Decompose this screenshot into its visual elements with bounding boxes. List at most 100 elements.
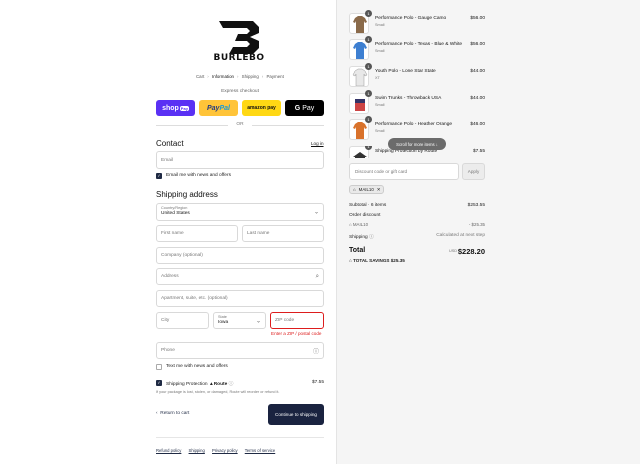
contact-heading: Contact	[156, 139, 184, 148]
scroll-for-more-items-hint[interactable]: Scroll for more items ↓	[388, 138, 446, 150]
line-item: 1 Swim Trunks - Throwback USA Small $44.…	[349, 90, 485, 115]
country-label: Country/Region	[161, 206, 188, 210]
email-news-checkbox[interactable]: ✓	[156, 173, 162, 179]
google-pay-text: Pay	[302, 104, 315, 112]
tag-icon: ⌂	[353, 187, 356, 192]
item-name: Swim Trunks - Throwback USA	[375, 96, 442, 101]
email-field[interactable]: Email	[156, 151, 324, 169]
quantity-badge: 1	[365, 63, 372, 70]
brand-wordmark: BURLEBO	[213, 53, 265, 63]
shipping-policy-link[interactable]: Shipping	[189, 448, 205, 453]
search-icon: ⌕	[315, 273, 319, 279]
zip-field[interactable]: ZIP code	[270, 312, 324, 329]
item-name: Performance Polo - Heather Orange	[375, 122, 453, 127]
google-pay-button[interactable]: G Pay	[285, 100, 324, 116]
continue-to-shipping-button[interactable]: Continue to shipping	[268, 404, 324, 425]
last-name-field[interactable]: Last name	[242, 225, 324, 242]
info-icon[interactable]: ⓘ	[229, 382, 234, 387]
zip-error-message: Enter a ZIP / postal code	[271, 331, 322, 336]
shop-pay-button[interactable]: shop Pay	[156, 100, 195, 116]
shipping-row: Shipping ⓘ Calculated at next step	[349, 233, 485, 240]
state-value: Iowa	[218, 320, 229, 325]
chevron-right-icon: ›	[207, 74, 209, 79]
quantity-badge: 1	[365, 36, 372, 43]
breadcrumb-information: Information	[212, 74, 234, 79]
discount-value: - $25.35	[468, 222, 485, 227]
amazon-pay-button[interactable]: amazon pay	[242, 100, 281, 116]
discount-code-input[interactable]: Discount code or gift card	[349, 163, 459, 180]
shipping-protection-price: $7.55	[312, 380, 325, 385]
terms-of-service-link[interactable]: Terms of service	[245, 448, 275, 453]
paypal-button[interactable]: Pay Pal	[199, 100, 238, 116]
apply-button[interactable]: Apply	[462, 163, 485, 180]
route-brand: Route	[213, 382, 228, 387]
shipping-value: Calculated at next step	[436, 233, 485, 238]
chevron-down-icon: ⌄	[313, 209, 319, 216]
remove-discount-icon[interactable]: ✕	[377, 187, 381, 193]
breadcrumb-shipping: Shipping	[241, 74, 259, 79]
subtotal-label: Subtotal · 6 items	[349, 203, 387, 208]
quantity-badge: 1	[365, 10, 372, 17]
shipping-protection-text: Shipping Protection	[166, 382, 208, 387]
discount-tag-code: MAIL10	[358, 187, 374, 192]
email-news-label: Email me with news and offers	[166, 173, 231, 178]
item-price: $46.00	[470, 122, 485, 127]
currency-code: USD	[448, 249, 457, 253]
line-item: 1 Performance Polo - Texas - Blue & Whit…	[349, 36, 485, 61]
total-savings: ⌂ TOTAL SAVINGS $25.35	[349, 258, 405, 263]
shipping-protection-checkbox[interactable]: ✓	[156, 380, 162, 386]
item-name: Performance Polo - Texas - Blue & White	[375, 42, 463, 47]
company-field[interactable]: Company (optional)	[156, 247, 324, 264]
tag-icon: ⌂	[349, 258, 352, 263]
item-price: $56.00	[470, 16, 485, 21]
checkout-form-panel: BURLEBO Cart › Information › Shipping › Pay…	[0, 0, 336, 464]
first-name-placeholder: First name	[161, 231, 184, 236]
shipping-address-heading: Shipping address	[156, 190, 218, 199]
help-icon[interactable]: ⓘ	[313, 346, 319, 355]
state-select[interactable]: State Iowa ⌄	[213, 312, 266, 329]
login-link[interactable]: Log in	[311, 141, 324, 146]
item-price: $56.00	[470, 42, 485, 47]
return-to-cart-link[interactable]: ‹ Return to cart	[156, 411, 189, 416]
address-field[interactable]: Address ⌕	[156, 268, 324, 285]
express-checkout-label: Express checkout	[221, 89, 259, 94]
chevron-down-icon: ⌄	[255, 318, 261, 324]
item-variant: XT	[375, 76, 380, 80]
paypal-text-a: Pay	[207, 104, 220, 112]
first-name-field[interactable]: First name	[156, 225, 238, 242]
city-field[interactable]: City	[156, 312, 209, 329]
quantity-badge: 1	[365, 146, 372, 150]
item-price: $44.00	[470, 96, 485, 101]
apartment-field[interactable]: Apartment, suite, etc. (optional)	[156, 290, 324, 307]
arrow-down-icon: ↓	[435, 141, 438, 147]
discount-placeholder: Discount code or gift card	[355, 169, 408, 174]
google-g-icon: G	[294, 104, 301, 112]
quantity-badge: 1	[365, 116, 372, 123]
item-variant: Small	[375, 129, 385, 133]
total-label: Total	[349, 247, 366, 254]
refund-policy-link[interactable]: Refund policy	[156, 448, 181, 453]
chevron-right-icon: ›	[236, 74, 239, 79]
chevron-right-icon: ›	[261, 74, 264, 79]
breadcrumb-cart[interactable]: Cart	[196, 74, 204, 79]
item-price: $44.00	[470, 69, 485, 74]
text-news-checkbox[interactable]	[156, 364, 162, 370]
order-discount-row: Order discount	[349, 213, 485, 218]
or-divider: OR	[156, 122, 324, 127]
phone-field[interactable]: Phone ⓘ	[156, 342, 324, 359]
country-select[interactable]: Country/Region United States ⌄	[156, 203, 324, 221]
total-value: $228.20	[457, 247, 485, 256]
shipping-protection-note: If your package is lost, stolen, or dama…	[156, 390, 280, 394]
info-icon[interactable]: ⓘ	[369, 235, 374, 240]
privacy-policy-link[interactable]: Privacy policy	[212, 448, 238, 453]
item-name: Performance Polo - Gauge Camo	[375, 16, 447, 21]
paypal-text-b: Pal	[219, 104, 230, 112]
email-placeholder: Email	[161, 157, 173, 163]
order-discount-label: Order discount	[349, 213, 381, 218]
state-label: State	[218, 315, 227, 319]
total-savings-text: TOTAL SAVINGS $25.35	[353, 258, 405, 263]
discount-code-row: ⌂ MAIL10 - $25.35	[349, 222, 485, 227]
line-item: 1 Performance Polo - Gauge Camo Small $5…	[349, 10, 485, 35]
apartment-placeholder: Apartment, suite, etc. (optional)	[161, 296, 228, 301]
phone-placeholder: Phone	[161, 348, 175, 353]
